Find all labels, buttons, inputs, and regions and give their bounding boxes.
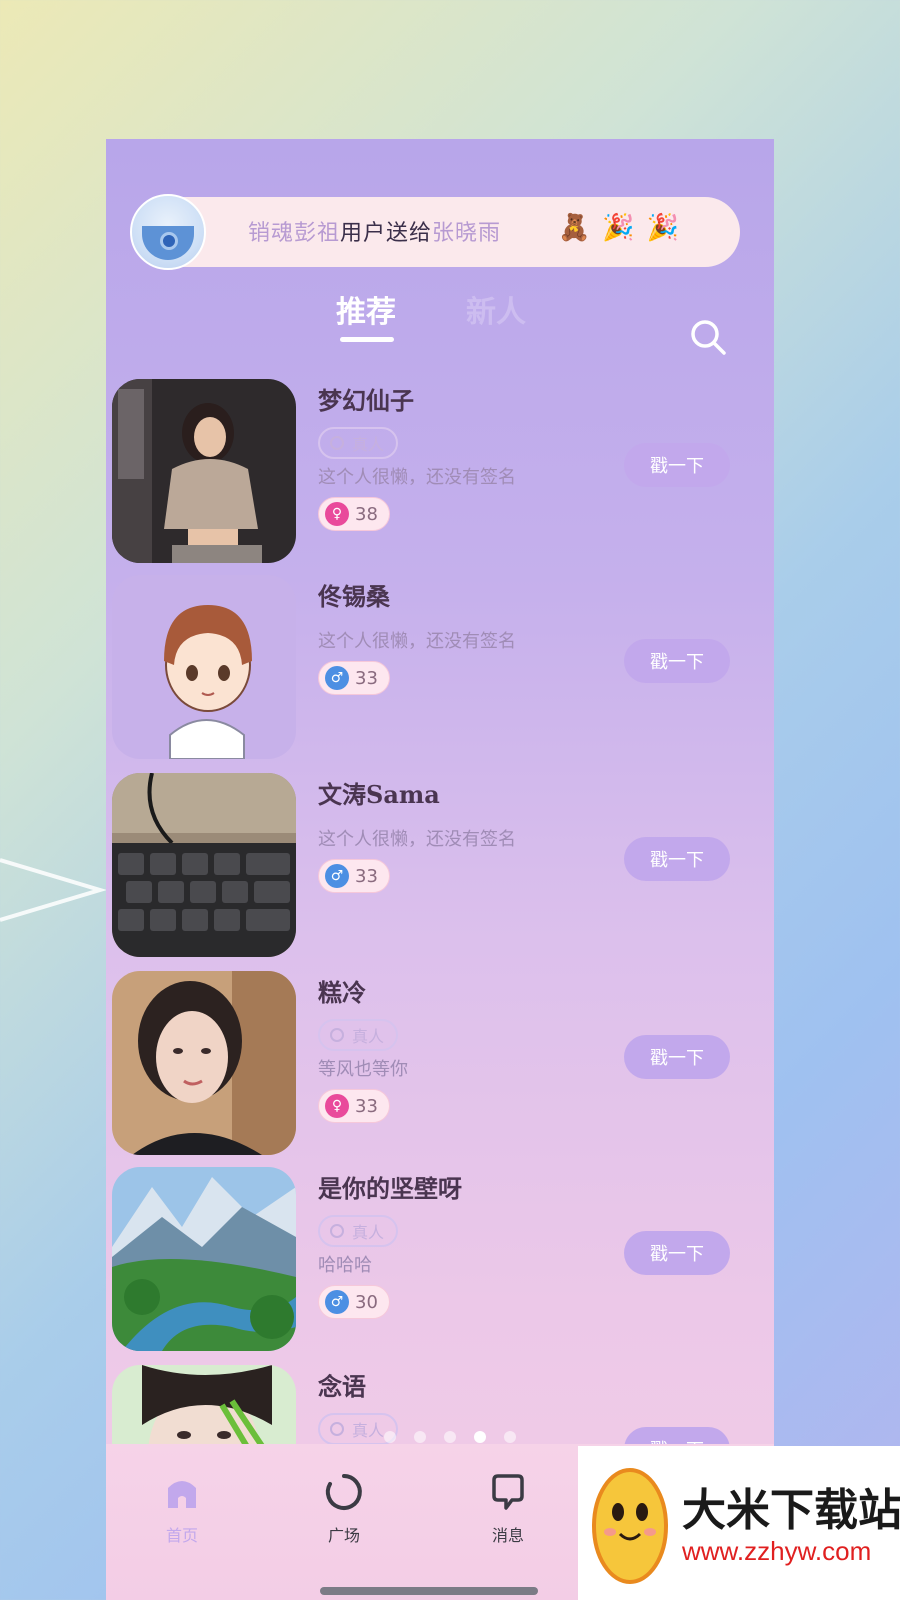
gift-banner[interactable]: 销魂彭祖用户送给张晓雨 🧸🎉🎉 — [130, 194, 740, 270]
gender-age-badge: ♀ 38 — [318, 497, 390, 531]
user-nickname: 文涛Sama — [318, 780, 440, 809]
list-item[interactable]: 梦幻仙子 真人 这个人很懒，还没有签名 ♀ 38 戳一下 — [106, 379, 774, 565]
tab-new[interactable]: 新人 — [466, 287, 526, 331]
watermark-title: 大米下载站 — [682, 1486, 900, 1535]
nav-square[interactable]: 广场 — [304, 1472, 384, 1546]
poke-button[interactable]: 戳一下 — [624, 639, 730, 683]
list-item[interactable]: 糕冷 真人 等风也等你 ♀ 33 戳一下 — [106, 971, 774, 1157]
user-nickname: 佟锡桑 — [318, 582, 390, 611]
female-icon: ♀ — [325, 1094, 349, 1118]
watermark-url: www.zzhyw.com — [682, 1536, 872, 1566]
gift-figure-icon: 🧸 — [558, 213, 603, 243]
user-photo[interactable] — [112, 773, 296, 957]
user-photo[interactable] — [112, 1167, 296, 1351]
list-item[interactable]: 是你的坚壁呀 真人 哈哈哈 ♂ 30 戳一下 — [106, 1167, 774, 1353]
male-icon: ♂ — [325, 864, 349, 888]
nav-home[interactable]: 首页 — [142, 1472, 222, 1546]
rice-mascot-logo — [592, 1468, 668, 1584]
male-icon: ♂ — [325, 1290, 349, 1314]
tab-underline — [340, 337, 394, 342]
gender-age-badge: ♂ 33 — [318, 859, 390, 893]
user-signature: 哈哈哈 — [318, 1255, 372, 1276]
real-person-tag: 真人 — [318, 427, 398, 459]
user-signature: 这个人很懒，还没有签名 — [318, 467, 516, 488]
user-photo[interactable] — [112, 971, 296, 1155]
nav-square-label: 广场 — [327, 1526, 360, 1545]
user-nickname: 糕冷 — [318, 978, 366, 1007]
real-person-tag: 真人 — [318, 1215, 398, 1247]
user-signature: 这个人很懒，还没有签名 — [318, 829, 516, 850]
message-icon — [492, 1474, 524, 1510]
nav-messages-label: 消息 — [491, 1526, 524, 1545]
gender-age-badge: ♂ 33 — [318, 661, 390, 695]
search-icon[interactable] — [688, 317, 728, 357]
gift-message: 销魂彭祖用户送给张晓雨 — [248, 215, 501, 247]
nav-messages[interactable]: 消息 — [468, 1472, 548, 1546]
female-icon: ♀ — [325, 502, 349, 526]
gift-icons: 🧸🎉🎉 — [558, 213, 691, 243]
poke-button[interactable]: 戳一下 — [624, 1035, 730, 1079]
user-nickname: 念语 — [318, 1372, 366, 1401]
home-indicator — [320, 1587, 538, 1595]
user-nickname: 是你的坚壁呀 — [318, 1174, 462, 1203]
home-icon — [168, 1481, 196, 1508]
poke-button[interactable]: 戳一下 — [624, 443, 730, 487]
list-item[interactable]: 文涛Sama 这个人很懒，还没有签名 ♂ 33 戳一下 — [106, 773, 774, 959]
real-person-tag: 真人 — [318, 1019, 398, 1051]
party-popper-icon-2: 🎉 — [646, 213, 692, 243]
party-popper-icon: 🎉 — [602, 213, 647, 243]
poke-button[interactable]: 戳一下 — [624, 837, 730, 881]
poke-button[interactable]: 戳一下 — [624, 1231, 730, 1275]
square-icon — [325, 1474, 362, 1510]
user-signature: 这个人很懒，还没有签名 — [318, 631, 516, 652]
user-photo[interactable] — [112, 575, 296, 759]
user-photo[interactable] — [112, 379, 296, 563]
gift-text: 用户送给 — [340, 221, 433, 246]
app-screen: 销魂彭祖用户送给张晓雨 🧸🎉🎉 推荐 新人 梦幻仙子 真人 这个人很懒，还没有签… — [106, 139, 774, 1600]
gift-sender: 销魂彭祖 — [248, 221, 341, 246]
gift-receiver: 张晓雨 — [432, 221, 502, 246]
list-item[interactable]: 佟锡桑 这个人很懒，还没有签名 ♂ 33 戳一下 — [106, 575, 774, 761]
tab-recommend[interactable]: 推荐 — [336, 287, 396, 331]
banner-avatar — [130, 194, 206, 270]
nav-home-label: 首页 — [165, 1526, 198, 1545]
gender-age-badge: ♂ 30 — [318, 1285, 390, 1319]
male-icon: ♂ — [325, 666, 349, 690]
page-indicator — [106, 1431, 774, 1445]
user-nickname: 梦幻仙子 — [318, 386, 414, 415]
gender-age-badge: ♀ 33 — [318, 1089, 390, 1123]
watermark: 大米下载站 www.zzhyw.com — [578, 1446, 900, 1600]
user-signature: 等风也等你 — [318, 1059, 408, 1080]
